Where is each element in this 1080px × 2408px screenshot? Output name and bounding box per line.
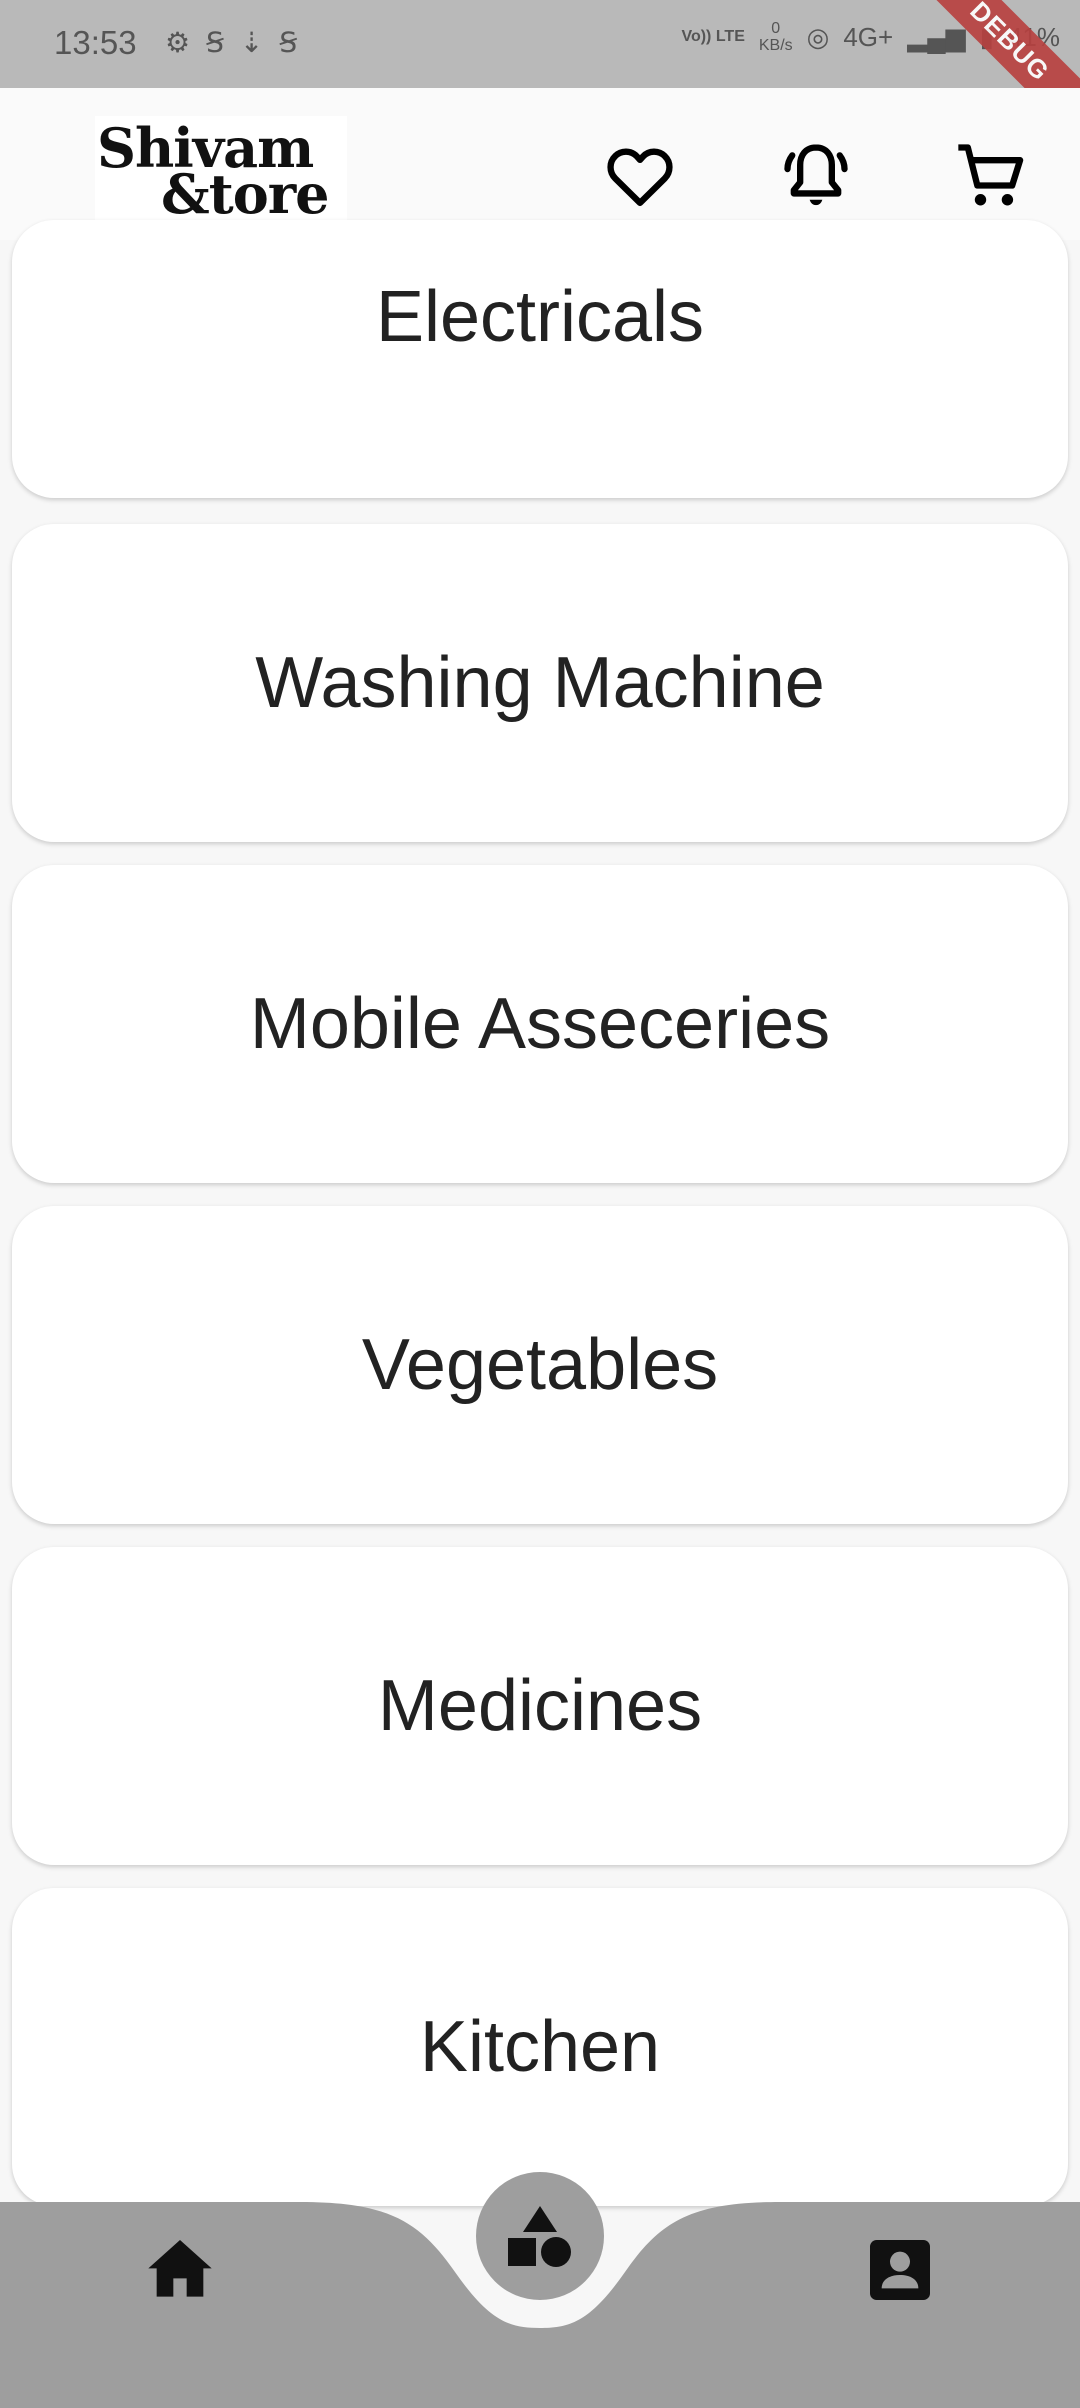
category-card-medicines[interactable]: Medicines <box>12 1547 1068 1865</box>
nav-categories-button[interactable] <box>476 2172 604 2300</box>
category-label: Kitchen <box>419 2007 661 2087</box>
gear-icon: ⚙ <box>165 27 191 58</box>
sim-icon: Ꞩ <box>279 27 298 58</box>
notifications-button[interactable] <box>778 138 854 214</box>
nav-profile-button[interactable] <box>860 2230 940 2310</box>
signal-icon: ▂▄▆ <box>907 21 966 52</box>
net-speed-unit: KB/s <box>758 37 793 54</box>
category-label: Washing Machine <box>255 643 825 723</box>
home-icon <box>148 2240 212 2297</box>
sim-icon: Ꞩ <box>206 27 224 58</box>
category-card-washing-machine[interactable]: Washing Machine <box>12 524 1068 842</box>
bell-icon <box>784 144 848 206</box>
category-label: Vegetables <box>361 1325 719 1405</box>
network-type: 4G+ <box>843 21 894 52</box>
category-card-kitchen[interactable]: Kitchen <box>12 1888 1068 2206</box>
wishlist-button[interactable] <box>602 138 678 214</box>
download-icon: ⇣ <box>239 27 264 58</box>
logo-text-line2: &tore <box>161 162 330 226</box>
cart-button[interactable] <box>952 138 1028 214</box>
nav-home-button[interactable] <box>140 2230 220 2310</box>
category-card-vegetables[interactable]: Vegetables <box>12 1206 1068 1524</box>
category-label: Electricals <box>375 277 705 357</box>
category-card-electricals[interactable]: Electricals <box>12 220 1068 498</box>
volte-indicator: Vo)) LTE <box>681 28 745 45</box>
category-label: Medicines <box>377 1666 703 1746</box>
category-card-mobile-accessories[interactable]: Mobile Asseceries <box>12 865 1068 1183</box>
status-time: 13:53 <box>54 24 137 61</box>
profile-icon <box>870 2240 930 2300</box>
cart-icon <box>958 144 1024 206</box>
net-speed-value: 0 <box>771 20 781 37</box>
hotspot-icon: ◎ <box>806 21 830 52</box>
app-bar: Shivam &tore <box>0 88 1080 240</box>
category-label: Mobile Asseceries <box>249 984 831 1064</box>
status-bar: 13:53 ⚙ Ꞩ ⇣ Ꞩ Vo)) LTE 0 KB/s ◎ 4G+ ▂▄▆ … <box>0 0 1080 150</box>
net-speed: 0 KB/s <box>759 20 793 54</box>
heart-icon <box>607 148 673 207</box>
categories-icon <box>508 2206 571 2267</box>
